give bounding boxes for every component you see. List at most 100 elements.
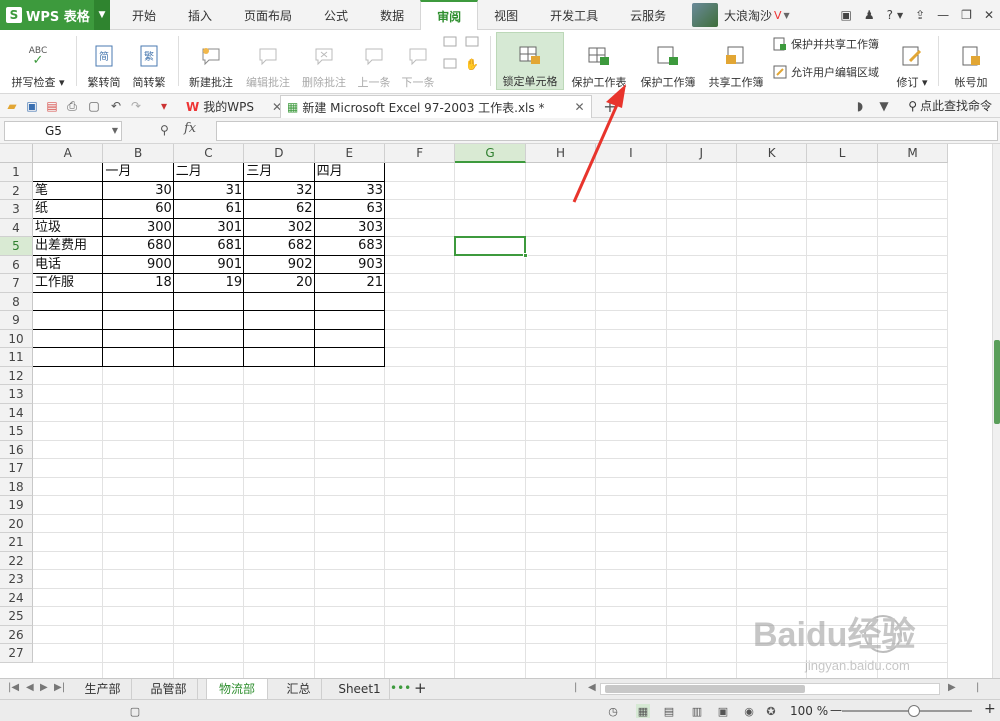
cell-d1[interactable]: 三月 xyxy=(244,163,314,182)
avatar[interactable] xyxy=(692,3,718,27)
sheet-tab-2[interactable]: 物流部 xyxy=(206,679,268,699)
feedback-icon[interactable]: ▼ xyxy=(876,98,892,114)
cell-b6[interactable]: 900 xyxy=(103,256,173,275)
cell-c7[interactable]: 19 xyxy=(174,274,244,293)
selected-cell[interactable] xyxy=(454,236,528,258)
scrollbar-thumb[interactable] xyxy=(994,340,1000,424)
row-header-27[interactable]: 27 xyxy=(0,644,33,663)
row-header-6[interactable]: 6 xyxy=(0,255,33,274)
column-header-a[interactable]: A xyxy=(33,144,104,163)
new-comment-button[interactable]: 新建批注 xyxy=(184,32,238,90)
menu-tab-1[interactable]: 插入 xyxy=(172,0,228,30)
row-header-23[interactable]: 23 xyxy=(0,570,33,589)
cell-e4[interactable]: 303 xyxy=(315,219,385,238)
cell-c4[interactable]: 301 xyxy=(174,219,244,238)
column-header-l[interactable]: L xyxy=(807,144,878,163)
normal-view-icon[interactable]: ▦ xyxy=(636,704,650,718)
column-header-e[interactable]: E xyxy=(314,144,385,163)
cell-e7[interactable]: 21 xyxy=(315,274,385,293)
cell-d2[interactable]: 32 xyxy=(244,182,314,201)
select-all-corner[interactable] xyxy=(0,144,33,163)
pdf-icon[interactable]: ▤ xyxy=(44,98,60,114)
cell-c3[interactable]: 61 xyxy=(174,200,244,219)
cell-e6[interactable]: 903 xyxy=(315,256,385,275)
minimize-icon[interactable]: — xyxy=(937,8,949,22)
row-header-24[interactable]: 24 xyxy=(0,588,33,607)
user-name[interactable]: 大浪淘沙 xyxy=(724,7,772,24)
zoom-in-icon[interactable]: + xyxy=(984,701,996,717)
page-layout-view-icon[interactable]: ▤ xyxy=(662,704,676,718)
cell-e5[interactable]: 683 xyxy=(315,237,385,256)
cell-c5[interactable]: 681 xyxy=(174,237,244,256)
row-header-14[interactable]: 14 xyxy=(0,403,33,422)
delete-comment-button[interactable]: 删除批注 xyxy=(298,32,350,90)
scrollbar-thumb[interactable] xyxy=(605,685,805,693)
row-header-8[interactable]: 8 xyxy=(0,292,33,311)
row-header-15[interactable]: 15 xyxy=(0,422,33,441)
menu-tab-8[interactable]: 云服务 xyxy=(614,0,682,30)
row-header-7[interactable]: 7 xyxy=(0,274,33,293)
show-all-comments-icon[interactable] xyxy=(464,32,483,52)
menu-tab-3[interactable]: 公式 xyxy=(308,0,364,30)
cell-b4[interactable]: 300 xyxy=(103,219,173,238)
fill-handle[interactable] xyxy=(522,252,528,258)
user-area[interactable]: 大浪淘沙 V ▼ xyxy=(692,2,790,28)
tab-workbook-file[interactable]: ▦ 新建 Microsoft Excel 97-2003 工作表.xls * ✕ xyxy=(280,95,592,118)
row-header-22[interactable]: 22 xyxy=(0,551,33,570)
command-search[interactable]: ⚲ 点此查找命令 xyxy=(908,97,992,114)
cell-a4[interactable]: 垃圾 xyxy=(33,219,103,238)
comment-list-icon[interactable] xyxy=(442,54,461,74)
function-icon[interactable]: fx xyxy=(184,121,196,136)
cell-b7[interactable]: 18 xyxy=(103,274,173,293)
row-header-12[interactable]: 12 xyxy=(0,366,33,385)
row-header-3[interactable]: 3 xyxy=(0,200,33,219)
cell-a6[interactable]: 电话 xyxy=(33,256,103,275)
cell-d4[interactable]: 302 xyxy=(244,219,314,238)
split-handle-icon[interactable]: | xyxy=(976,682,979,693)
prev-comment-button[interactable]: 上一条 xyxy=(354,32,394,90)
share-workbook-button[interactable]: 共享工作簿 xyxy=(704,32,768,90)
row-header-2[interactable]: 2 xyxy=(0,181,33,200)
lightbulb-icon[interactable]: ✪ xyxy=(764,704,778,718)
cell-b2[interactable]: 30 xyxy=(103,182,173,201)
cell-b3[interactable]: 60 xyxy=(103,200,173,219)
row-header-1[interactable]: 1 xyxy=(0,163,33,182)
cell-c2[interactable]: 31 xyxy=(174,182,244,201)
scroll-left-icon[interactable]: ◀ xyxy=(588,682,596,693)
add-sheet-icon[interactable]: + xyxy=(414,679,427,697)
zoom-slider-knob[interactable] xyxy=(908,705,920,717)
column-header-d[interactable]: D xyxy=(244,144,315,163)
menu-tab-5[interactable]: 审阅 xyxy=(420,0,479,31)
row-header-4[interactable]: 4 xyxy=(0,218,33,237)
cell-a3[interactable]: 纸 xyxy=(33,200,103,219)
name-box[interactable]: G5 ▼ xyxy=(4,121,122,141)
scroll-right-icon[interactable]: ▶ xyxy=(948,682,956,693)
row-header-26[interactable]: 26 xyxy=(0,625,33,644)
more-sheets-icon[interactable]: ••• xyxy=(390,681,411,695)
restore-icon[interactable]: ❐ xyxy=(961,8,972,22)
tab-my-wps[interactable]: W 我的WPS ✕ xyxy=(186,95,282,118)
chevron-down-icon[interactable]: ▼ xyxy=(784,11,790,20)
eye-protection-icon[interactable]: ◉ xyxy=(742,704,756,718)
cell-d3[interactable]: 62 xyxy=(244,200,314,219)
help-icon[interactable]: ? xyxy=(887,8,893,22)
menu-tab-6[interactable]: 视图 xyxy=(478,0,534,30)
history-icon[interactable]: ◷ xyxy=(606,704,620,718)
next-comment-button[interactable]: 下一条 xyxy=(398,32,438,90)
redo-icon[interactable]: ↷ xyxy=(128,98,144,114)
cell-a7[interactable]: 工作服 xyxy=(33,274,103,293)
cell-e2[interactable]: 33 xyxy=(315,182,385,201)
cell-a2[interactable]: 笔 xyxy=(33,182,103,201)
page-break-view-icon[interactable]: ▥ xyxy=(690,704,704,718)
column-header-j[interactable]: J xyxy=(666,144,737,163)
sheet-tab-0[interactable]: 生产部 xyxy=(74,679,132,699)
row-header-17[interactable]: 17 xyxy=(0,459,33,478)
reading-view-icon[interactable]: ▣ xyxy=(716,704,730,718)
cell-d7[interactable]: 20 xyxy=(244,274,314,293)
cell-e3[interactable]: 63 xyxy=(315,200,385,219)
next-sheet-icon[interactable]: ▶ xyxy=(40,682,48,693)
show-comments-icon[interactable] xyxy=(442,32,461,52)
cell-c6[interactable]: 901 xyxy=(174,256,244,275)
cell-b1[interactable]: 一月 xyxy=(103,163,173,182)
column-header-k[interactable]: K xyxy=(737,144,808,163)
